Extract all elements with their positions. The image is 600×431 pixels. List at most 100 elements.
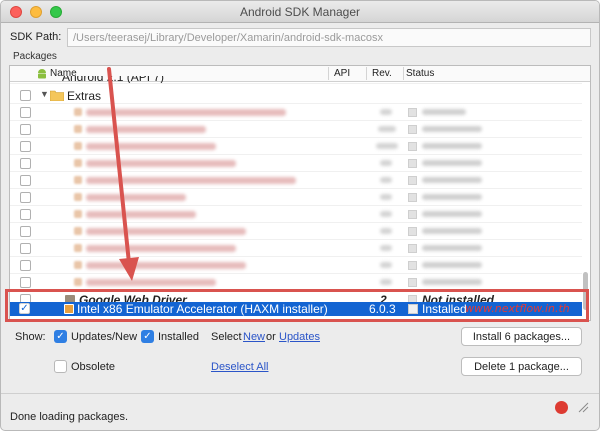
table-row-extras[interactable]: ▼ Extras [10,87,582,104]
status-icon [408,261,417,270]
row-name: Android 2.1 (API 7) [62,76,165,84]
blurred-name [86,279,216,286]
packages-section-label: Packages [13,51,57,62]
status-icon [408,210,417,219]
blurred-name [86,211,196,218]
row-checkbox[interactable] [20,209,31,220]
package-icon [74,125,82,133]
title-bar: Android SDK Manager [1,1,599,23]
show-label: Show: [15,331,46,343]
delete-package-button[interactable]: Delete 1 package... [461,357,582,376]
blurred-name [86,262,246,269]
table-row[interactable] [10,121,582,138]
or-label: or [266,331,276,343]
blurred-rev [380,279,392,285]
blurred-status [422,245,482,251]
table-row[interactable] [10,189,582,206]
blurred-rev [380,177,392,183]
row-checkbox[interactable] [20,243,31,254]
blurred-rev [380,194,392,200]
table-row[interactable] [10,257,582,274]
sdk-path-label: SDK Path: [10,31,62,43]
table-row[interactable] [10,172,582,189]
disclosure-triangle-icon[interactable]: ▼ [40,89,49,99]
installed-label[interactable]: Installed [158,331,199,343]
package-icon [74,159,82,167]
log-window-icon[interactable] [577,401,591,415]
blurred-name [86,143,216,150]
blurred-rev [380,228,392,234]
status-icon [408,227,417,236]
select-label: Select [211,331,242,343]
status-icon [408,159,417,168]
row-name: Extras [67,89,102,103]
row-checkbox[interactable] [20,107,31,118]
blurred-name [86,228,246,235]
blurred-name [86,177,296,184]
blurred-status [422,279,482,285]
annotation-highlight-box [5,289,589,322]
package-icon [74,210,82,218]
row-checkbox[interactable] [20,124,31,135]
status-icon [408,176,417,185]
row-checkbox[interactable] [20,277,31,288]
blurred-status [422,211,482,217]
blurred-name [86,245,236,252]
table-row[interactable] [10,138,582,155]
blurred-status [422,262,482,268]
table-row[interactable] [10,240,582,257]
package-icon [74,261,82,269]
packages-table[interactable]: Name API Rev. Status Android 2.1 (API 7)… [9,65,591,321]
sdk-path-field[interactable]: /Users/teerasej/Library/Developer/Xamari… [67,28,591,47]
installed-checkbox[interactable]: ✓ [141,330,154,343]
row-checkbox[interactable] [20,141,31,152]
install-packages-button[interactable]: Install 6 packages... [461,327,582,346]
blurred-status [422,228,482,234]
row-checkbox[interactable] [20,158,31,169]
folder-icon [50,90,64,101]
table-row[interactable] [10,155,582,172]
blurred-status [422,194,482,200]
updates-new-label[interactable]: Updates/New [71,331,137,343]
status-icon [408,108,417,117]
row-checkbox[interactable] [20,260,31,271]
package-icon [74,176,82,184]
sdk-manager-window: Android SDK Manager SDK Path: /Users/tee… [0,0,600,431]
row-checkbox[interactable] [20,226,31,237]
deselect-all-link[interactable]: Deselect All [211,361,268,373]
status-icon [408,125,417,134]
stop-icon[interactable] [555,401,568,414]
package-icon [74,227,82,235]
table-row-android-api-7[interactable]: Android 2.1 (API 7) [10,76,582,84]
status-text: Done loading packages. [10,411,129,423]
table-row[interactable] [10,206,582,223]
status-icon [408,244,417,253]
select-new-link[interactable]: New [243,331,265,343]
status-icon [408,142,417,151]
blurred-rev [376,143,398,149]
package-icon [74,193,82,201]
row-checkbox[interactable] [20,90,31,101]
package-icon [74,108,82,116]
row-checkbox[interactable] [20,192,31,203]
blurred-name [86,160,236,167]
blurred-rev [380,211,392,217]
blurred-rev [380,160,392,166]
obsolete-label[interactable]: Obsolete [71,361,115,373]
table-row[interactable] [10,223,582,240]
status-icon [408,278,417,287]
status-icon [408,193,417,202]
obsolete-checkbox[interactable] [54,360,67,373]
blurred-rev [380,262,392,268]
blurred-status [422,126,482,132]
blurred-status [422,143,482,149]
blurred-name [86,109,286,116]
blurred-rev [378,126,396,132]
window-title: Android SDK Manager [239,5,361,19]
row-checkbox[interactable] [20,175,31,186]
updates-new-checkbox[interactable]: ✓ [54,330,67,343]
blurred-status [422,160,482,166]
table-row[interactable] [10,104,582,121]
blurred-status [422,109,466,115]
select-updates-link[interactable]: Updates [279,331,320,343]
